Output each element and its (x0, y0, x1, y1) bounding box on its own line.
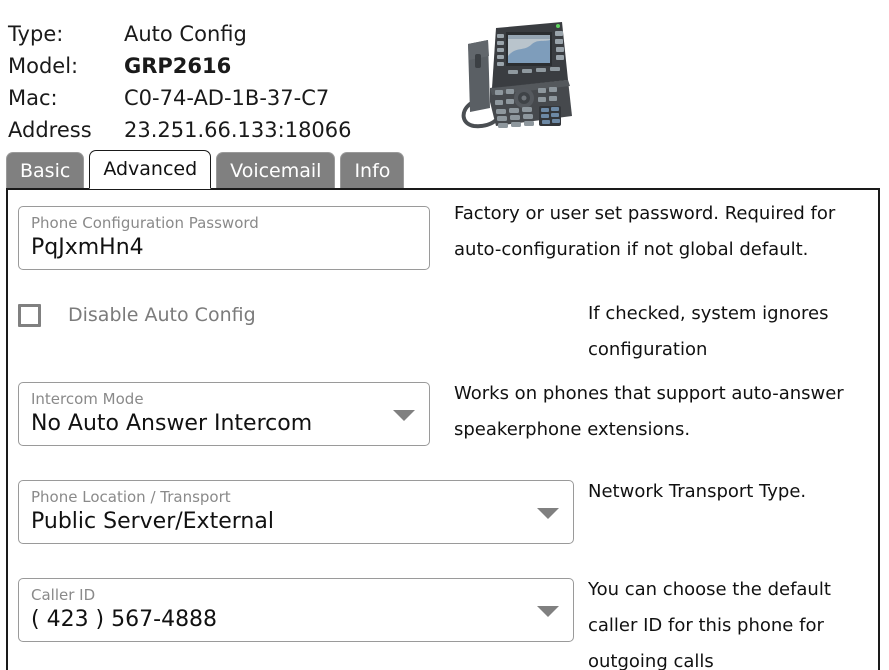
intercom-mode-row: Intercom Mode No Auto Answer Intercom (18, 382, 430, 446)
device-info-value-address: 23.251.66.133:18066 (124, 114, 352, 146)
phone-location-transport-value: Public Server/External (31, 507, 561, 537)
phone-config-password-value: PqJxmHn4 (31, 233, 417, 263)
device-info-row: Type: Auto Config (8, 18, 352, 50)
phone-config-password-help: Factory or user set password. Required f… (454, 196, 872, 268)
device-info-row: Model: GRP2616 (8, 50, 352, 82)
device-info-label-type: Type: (8, 18, 124, 50)
intercom-mode-value: No Auto Answer Intercom (31, 409, 417, 439)
tab-info[interactable]: Info (340, 152, 404, 189)
caller-id-help: You can choose the default caller ID for… (588, 572, 878, 670)
tab-voicemail[interactable]: Voicemail (216, 152, 335, 189)
device-info-row: Mac: C0-74-AD-1B-37-C7 (8, 82, 352, 114)
disable-auto-config-help: If checked, system ignores configuration (588, 296, 878, 368)
tab-bar: Basic Advanced Voicemail Info (6, 150, 409, 189)
phone-config-password-field[interactable]: Phone Configuration Password PqJxmHn4 (18, 206, 430, 270)
device-info-value-type: Auto Config (124, 18, 247, 50)
phone-location-row: Phone Location / Transport Public Server… (18, 480, 574, 544)
chevron-down-icon[interactable] (393, 410, 415, 421)
intercom-mode-help: Works on phones that support auto-answer… (454, 376, 872, 448)
advanced-settings-panel: Phone Configuration Password PqJxmHn4 Fa… (6, 188, 880, 670)
caller-id-label: Caller ID (31, 586, 561, 605)
caller-id-value: ( 423 ) 567-4888 (31, 605, 561, 635)
tab-basic[interactable]: Basic (6, 152, 84, 189)
phone-config-password-row: Phone Configuration Password PqJxmHn4 (18, 206, 430, 270)
device-info-label-model: Model: (8, 50, 124, 82)
phone-config-page: Type: Auto Config Model: GRP2616 Mac: C0… (0, 0, 889, 670)
voip-desk-phone-icon (452, 16, 580, 136)
caller-id-row: Caller ID ( 423 ) 567-4888 (18, 578, 574, 642)
phone-location-transport-label: Phone Location / Transport (31, 488, 561, 507)
disable-auto-config-row[interactable]: Disable Auto Config (18, 304, 256, 327)
chevron-down-icon[interactable] (537, 508, 559, 519)
intercom-mode-label: Intercom Mode (31, 390, 417, 409)
device-info-block: Type: Auto Config Model: GRP2616 Mac: C0… (8, 18, 352, 146)
phone-location-transport-select[interactable]: Phone Location / Transport Public Server… (18, 480, 574, 544)
tab-advanced[interactable]: Advanced (89, 150, 211, 189)
device-info-row: Address 23.251.66.133:18066 (8, 114, 352, 146)
device-info-label-address: Address (8, 114, 124, 146)
device-info-label-mac: Mac: (8, 82, 124, 114)
chevron-down-icon[interactable] (537, 606, 559, 617)
phone-config-password-label: Phone Configuration Password (31, 214, 417, 233)
device-info-value-mac: C0-74-AD-1B-37-C7 (124, 82, 329, 114)
disable-auto-config-label: Disable Auto Config (68, 304, 256, 327)
disable-auto-config-checkbox[interactable] (18, 304, 41, 327)
caller-id-select[interactable]: Caller ID ( 423 ) 567-4888 (18, 578, 574, 642)
intercom-mode-select[interactable]: Intercom Mode No Auto Answer Intercom (18, 382, 430, 446)
phone-location-transport-help: Network Transport Type. (588, 474, 878, 510)
device-info-value-model: GRP2616 (124, 50, 231, 82)
